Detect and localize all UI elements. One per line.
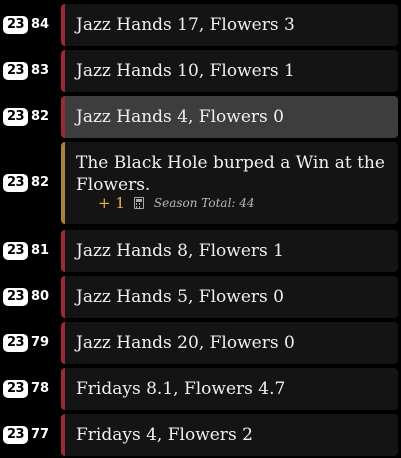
score-change: + 1 Season Total: 44 (98, 194, 255, 212)
season-badge: 23 (3, 334, 28, 352)
feed-row: 23 82 Jazz Hands 4, Flowers 0 (0, 96, 401, 138)
event-text: Jazz Hands 8, Flowers 1 (76, 241, 284, 261)
game-event-card[interactable]: Jazz Hands 8, Flowers 1 (61, 230, 398, 272)
inning-number: 84 (31, 17, 50, 32)
season-badge: 23 (3, 62, 28, 80)
inning-number: 83 (31, 63, 50, 78)
season-badge: 23 (3, 16, 28, 34)
feed-row: 23 77 Fridays 4, Flowers 2 (0, 414, 401, 456)
inning-number: 77 (31, 427, 50, 442)
event-text: Jazz Hands 20, Flowers 0 (76, 333, 295, 353)
season-badge: 23 (3, 288, 28, 306)
inning-number: 82 (31, 175, 50, 190)
season-total: Season Total: 44 (153, 196, 255, 210)
event-text: Jazz Hands 5, Flowers 0 (76, 287, 284, 307)
event-text: Jazz Hands 10, Flowers 1 (76, 61, 295, 81)
inning-number: 81 (31, 243, 50, 258)
feed-row: 23 78 Fridays 8.1, Flowers 4.7 (0, 368, 401, 410)
event-text: Jazz Hands 17, Flowers 3 (76, 15, 295, 35)
feed-row: 23 80 Jazz Hands 5, Flowers 0 (0, 276, 401, 318)
inning-number: 82 (31, 109, 50, 124)
special-event-card[interactable]: The Black Hole burped a Win at the Flowe… (61, 142, 398, 224)
feed-row: 23 79 Jazz Hands 20, Flowers 0 (0, 322, 401, 364)
game-event-card-selected[interactable]: Jazz Hands 4, Flowers 0 (61, 96, 398, 138)
calculator-icon (133, 197, 144, 209)
event-text: Fridays 8.1, Flowers 4.7 (76, 379, 286, 399)
game-event-card[interactable]: Jazz Hands 17, Flowers 3 (61, 4, 398, 46)
event-text: The Black Hole burped a Win at the Flowe… (76, 153, 385, 195)
game-event-card[interactable]: Fridays 8.1, Flowers 4.7 (61, 368, 398, 410)
feed-row: 23 84 Jazz Hands 17, Flowers 3 (0, 4, 401, 46)
inning-number: 79 (31, 335, 50, 350)
season-badge: 23 (3, 380, 28, 398)
score-delta: + 1 (98, 194, 125, 212)
season-badge: 23 (3, 242, 28, 260)
game-event-card[interactable]: Jazz Hands 20, Flowers 0 (61, 322, 398, 364)
season-badge: 23 (3, 426, 28, 444)
event-text: Jazz Hands 4, Flowers 0 (76, 107, 284, 127)
event-text: Fridays 4, Flowers 2 (76, 425, 253, 445)
season-badge: 23 (3, 174, 28, 192)
feed-row: 23 82 The Black Hole burped a Win at the… (0, 142, 401, 224)
game-event-card[interactable]: Jazz Hands 5, Flowers 0 (61, 276, 398, 318)
inning-number: 78 (31, 381, 50, 396)
inning-number: 80 (31, 289, 50, 304)
game-event-card[interactable]: Jazz Hands 10, Flowers 1 (61, 50, 398, 92)
feed-row: 23 81 Jazz Hands 8, Flowers 1 (0, 230, 401, 272)
game-event-card[interactable]: Fridays 4, Flowers 2 (61, 414, 398, 456)
feed-row: 23 83 Jazz Hands 10, Flowers 1 (0, 50, 401, 92)
season-badge: 23 (3, 108, 28, 126)
